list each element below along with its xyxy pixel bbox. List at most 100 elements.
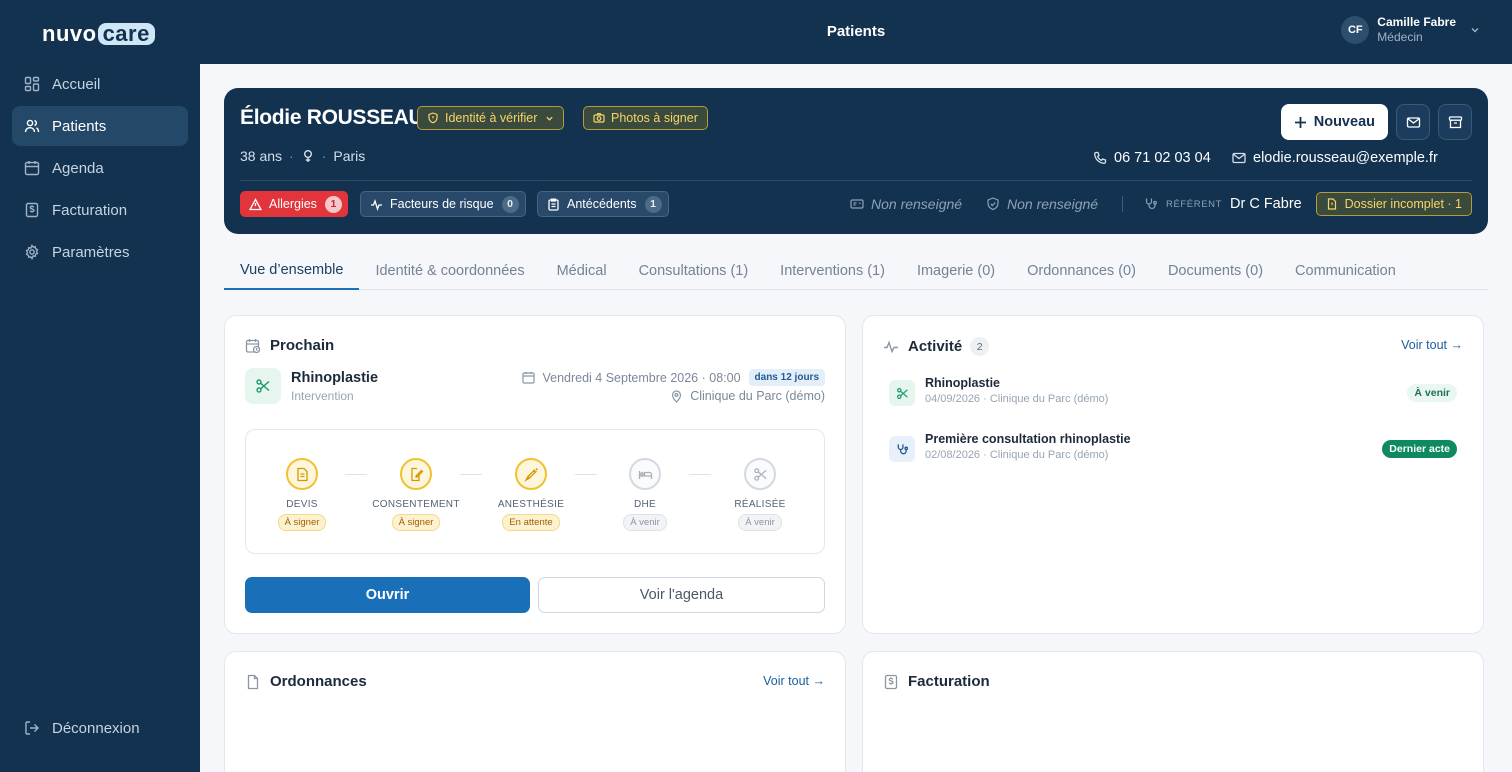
main-content: Élodie ROUSSEAU Identité à vérifier Phot… (200, 64, 1512, 772)
activity-item-title: Rhinoplastie (925, 376, 1001, 390)
event-date: Vendredi 4 Septembre 2026 · 08:00 dans 1… (522, 369, 825, 386)
tab-consultations[interactable]: Consultations (1) (623, 252, 765, 290)
file-icon (247, 674, 259, 689)
next-title: Prochain (270, 337, 335, 354)
logout-button[interactable]: Déconnexion (12, 708, 188, 748)
prescriptions-title: Ordonnances (270, 673, 367, 690)
topbar: Patients CF Camille Fabre Médecin (200, 0, 1512, 64)
activity-item-title: Première consultation rhinoplastie (925, 432, 1131, 446)
new-button[interactable]: Nouveau (1280, 104, 1388, 140)
step-devis[interactable]: DEVIS À signer (252, 458, 352, 531)
user-name: Camille Fabre (1377, 15, 1456, 29)
sidebar-item-accueil[interactable]: Accueil (12, 64, 188, 104)
sidebar-item-patients[interactable]: Patients (12, 106, 188, 146)
shield-check-icon (987, 197, 999, 211)
camera-icon (593, 113, 605, 123)
card-title: Prochain (245, 337, 334, 354)
billing-card: Facturation (862, 651, 1484, 772)
user-menu[interactable]: CF Camille Fabre Médecin (1341, 15, 1480, 44)
tab-communication[interactable]: Communication (1279, 252, 1412, 290)
sidebar-item-label: Agenda (52, 159, 104, 177)
scissors-icon (256, 379, 270, 393)
sidebar: nuvo care Accueil Patients Agenda Factura… (0, 0, 200, 772)
map-pin-icon (672, 389, 682, 403)
sidebar-item-label: Patients (52, 117, 107, 135)
step-realisee[interactable]: RÉALISÉE À venir (710, 458, 810, 531)
prescriptions-see-all-link[interactable]: Voir tout → (763, 674, 825, 688)
step-status: En attente (502, 514, 560, 531)
tab-medical[interactable]: Médical (541, 252, 623, 290)
sidebar-item-facturation[interactable]: Facturation (12, 190, 188, 230)
patient-phone[interactable]: 06 71 02 03 04 (1093, 150, 1211, 166)
prescriptions-card: Ordonnances Voir tout → (224, 651, 846, 772)
logout-label: Déconnexion (52, 719, 140, 737)
archive-button[interactable] (1438, 104, 1472, 140)
activity-item-sub: 02/08/2026 · Clinique du Parc (démo) (925, 449, 1109, 461)
tab-overview[interactable]: Vue d’ensemble (224, 252, 360, 290)
pulse-icon (884, 339, 898, 353)
event-type: Intervention (291, 389, 354, 403)
next-event: Rhinoplastie Intervention Vendredi 4 Sep… (245, 368, 825, 408)
step-anesthesie[interactable]: ANESTHÉSIE En attente (481, 458, 581, 531)
allergies-tag[interactable]: Allergies 1 (240, 191, 348, 217)
patient-email[interactable]: elodie.rousseau@exemple.fr (1232, 150, 1438, 166)
card-title: Activité 2 (883, 337, 990, 356)
step-label: ANESTHÉSIE (497, 499, 565, 510)
step-label: DEVIS (286, 499, 318, 510)
step-label: CONSENTEMENT (372, 499, 460, 510)
brand-logo[interactable]: nuvo care (42, 20, 155, 48)
file-signature-icon (410, 467, 423, 481)
list-item[interactable]: Première consultation rhinoplastie 02/08… (889, 432, 1457, 468)
patient-email-value: elodie.rousseau@exemple.fr (1253, 150, 1438, 166)
photos-status-chip[interactable]: Photos à signer (583, 106, 708, 130)
step-consentement[interactable]: CONSENTEMENT À signer (366, 458, 466, 531)
card-title: Ordonnances (245, 673, 367, 690)
syringe-icon (523, 467, 538, 482)
tab-interventions[interactable]: Interventions (1) (764, 252, 901, 290)
dashboard-icon (24, 76, 40, 92)
step-status: À signer (391, 514, 441, 531)
patient-actions: Nouveau (1280, 104, 1472, 140)
risk-factors-count: 0 (501, 195, 519, 213)
page-title: Patients (826, 23, 886, 40)
id-card-icon (850, 199, 864, 209)
warning-icon (249, 197, 262, 210)
tab-imaging[interactable]: Imagerie (0) (901, 252, 1011, 290)
view-agenda-button[interactable]: Voir l'agenda (538, 577, 825, 613)
send-email-button[interactable] (1396, 104, 1430, 140)
sidebar-item-agenda[interactable]: Agenda (12, 148, 188, 188)
sidebar-item-parametres[interactable]: Paramètres (12, 232, 188, 272)
step-dhe[interactable]: DHE À venir (595, 458, 695, 531)
sidebar-nav: Accueil Patients Agenda Facturation Para… (12, 64, 188, 274)
patient-meta: 38 ans · · Paris (240, 148, 366, 164)
activity-see-all-link[interactable]: Voir tout → (1401, 338, 1463, 352)
identity-status-chip[interactable]: Identité à vérifier (417, 106, 565, 130)
event-date-value: Vendredi 4 Septembre 2026 · 08:00 (542, 370, 741, 385)
bed-icon (638, 470, 652, 479)
open-button[interactable]: Ouvrir (245, 577, 530, 613)
incomplete-file-chip[interactable]: Dossier incomplet · 1 (1315, 192, 1472, 216)
receipt-icon (884, 674, 898, 689)
activity-item-sub: 04/09/2026 · Clinique du Parc (démo) (925, 393, 1109, 405)
receipt-icon (25, 202, 39, 218)
tab-documents[interactable]: Documents (0) (1152, 252, 1279, 290)
event-place: Clinique du Parc (démo) (670, 389, 825, 403)
risk-factors-label: Facteurs de risque (390, 197, 494, 211)
history-tag[interactable]: Antécédents 1 (537, 191, 669, 217)
event-countdown-badge: dans 12 jours (748, 369, 825, 386)
scissors-icon (896, 387, 908, 399)
chevron-down-icon (1471, 27, 1479, 32)
tab-identity[interactable]: Identité & coordonnées (359, 252, 540, 290)
risk-factors-tag[interactable]: Facteurs de risque 0 (360, 191, 526, 217)
user-role: Médecin (1377, 30, 1423, 44)
step-label: DHE (633, 499, 656, 510)
step-status: À venir (623, 514, 667, 531)
shield-icon (428, 112, 438, 124)
event-place-value: Clinique du Parc (démo) (690, 389, 825, 403)
patient-city: Paris (333, 148, 366, 164)
status-badge: À venir (1407, 384, 1457, 402)
list-item[interactable]: Rhinoplastie 04/09/2026 · Clinique du Pa… (889, 376, 1457, 412)
activity-title: Activité (908, 338, 963, 355)
sidebar-item-label: Accueil (52, 75, 101, 93)
tab-prescriptions[interactable]: Ordonnances (0) (1011, 252, 1152, 290)
